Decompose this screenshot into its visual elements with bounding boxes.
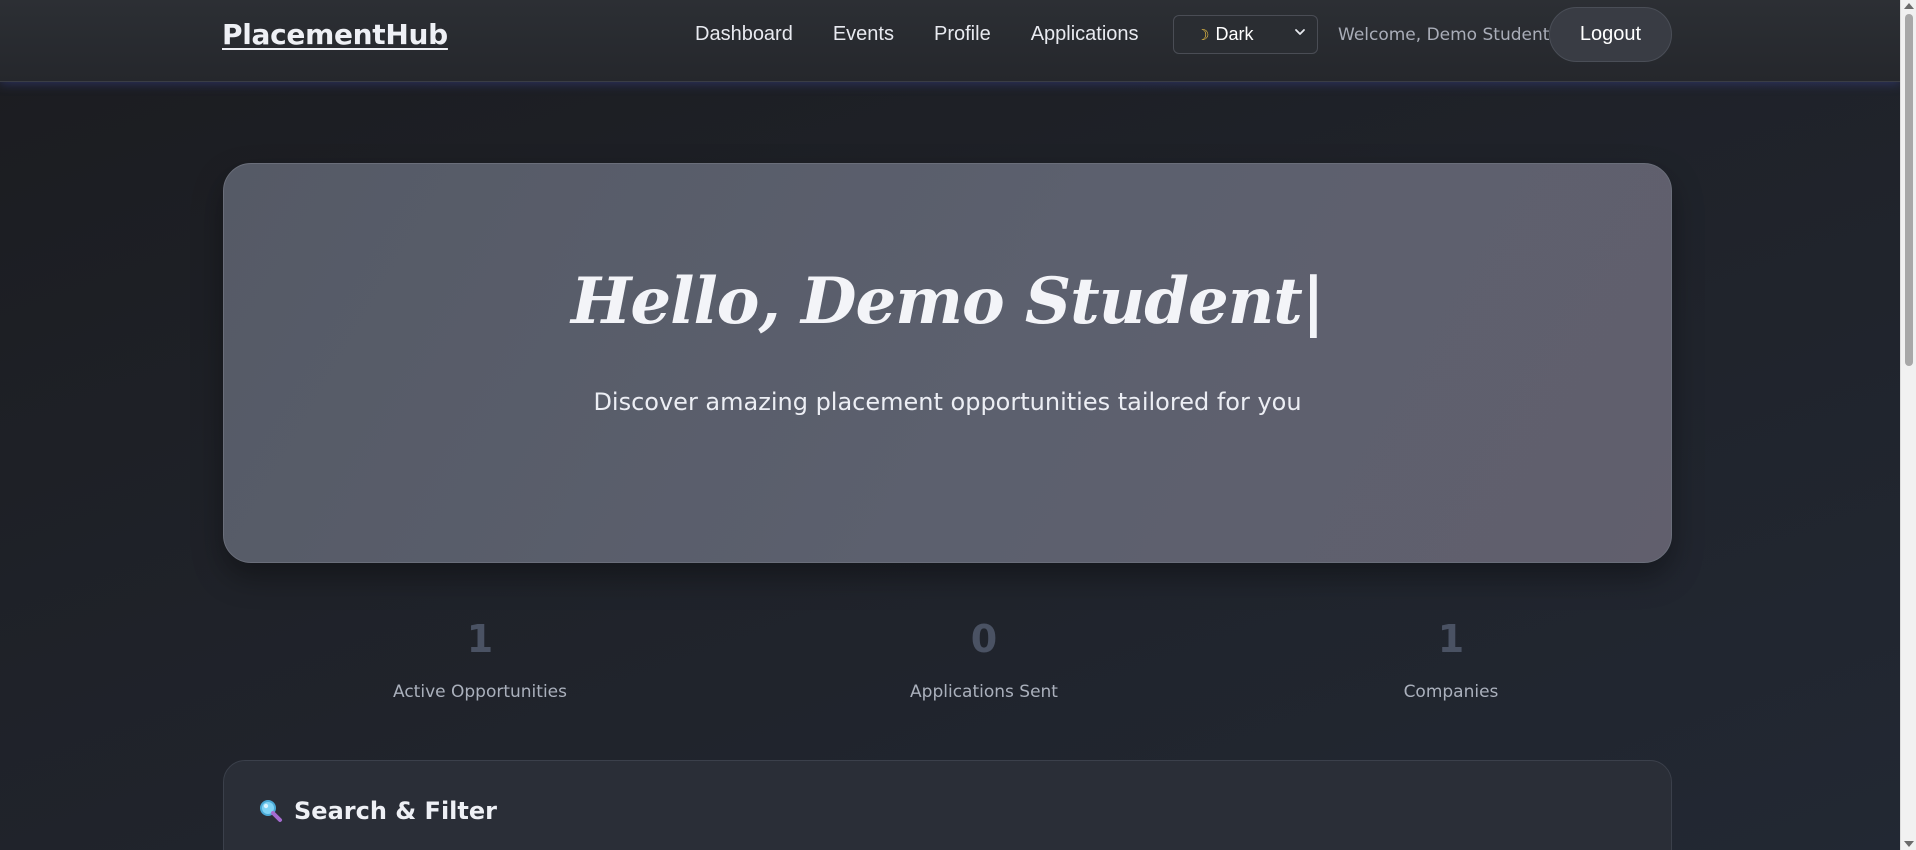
stat-active-opportunities: 1 Active Opportunities [330, 620, 630, 702]
nav-link-applications[interactable]: Applications [1031, 23, 1139, 46]
hero-card: Hello, Demo Student| Discover amazing pl… [223, 163, 1672, 563]
scrollbar-thumb[interactable] [1905, 14, 1913, 366]
search-icon [260, 800, 282, 822]
stat-label: Companies [1403, 682, 1499, 702]
stat-value: 1 [466, 617, 494, 661]
stat-companies: 1 Companies [1301, 620, 1601, 702]
theme-select-value: Dark [1215, 24, 1254, 44]
theme-select[interactable]: ☽ Dark [1173, 15, 1318, 54]
search-filter-card: Search & Filter [223, 760, 1672, 850]
nav-links: Dashboard Events Profile Applications [695, 23, 1179, 46]
nav-link-profile[interactable]: Profile [934, 23, 991, 46]
nav-link-dashboard[interactable]: Dashboard [695, 23, 793, 46]
brand-logo[interactable]: PlacementHub [222, 18, 448, 51]
logout-button[interactable]: Logout [1549, 7, 1672, 62]
stat-value: 1 [1437, 617, 1465, 661]
navbar: PlacementHub Dashboard Events Profile Ap… [0, 0, 1900, 82]
stat-label: Applications Sent [910, 682, 1058, 702]
hero-title: Hello, Demo Student| [570, 264, 1325, 339]
search-filter-title: Search & Filter [294, 797, 497, 825]
search-filter-heading: Search & Filter [258, 797, 497, 825]
hero-subtitle: Discover amazing placement opportunities… [593, 388, 1302, 416]
chevron-down-icon [1295, 29, 1305, 35]
scroll-down-arrow-icon[interactable] [1904, 841, 1914, 847]
welcome-text: Welcome, Demo Student [1338, 25, 1550, 45]
page: PlacementHub Dashboard Events Profile Ap… [0, 0, 1916, 850]
scroll-up-arrow-icon[interactable] [1904, 3, 1914, 9]
stat-applications-sent: 0 Applications Sent [834, 620, 1134, 702]
stat-value: 0 [970, 617, 998, 661]
nav-link-events[interactable]: Events [833, 23, 894, 46]
stat-label: Active Opportunities [393, 682, 567, 702]
page-scrollbar[interactable] [1900, 0, 1916, 850]
moon-icon: ☽ [1196, 26, 1210, 44]
